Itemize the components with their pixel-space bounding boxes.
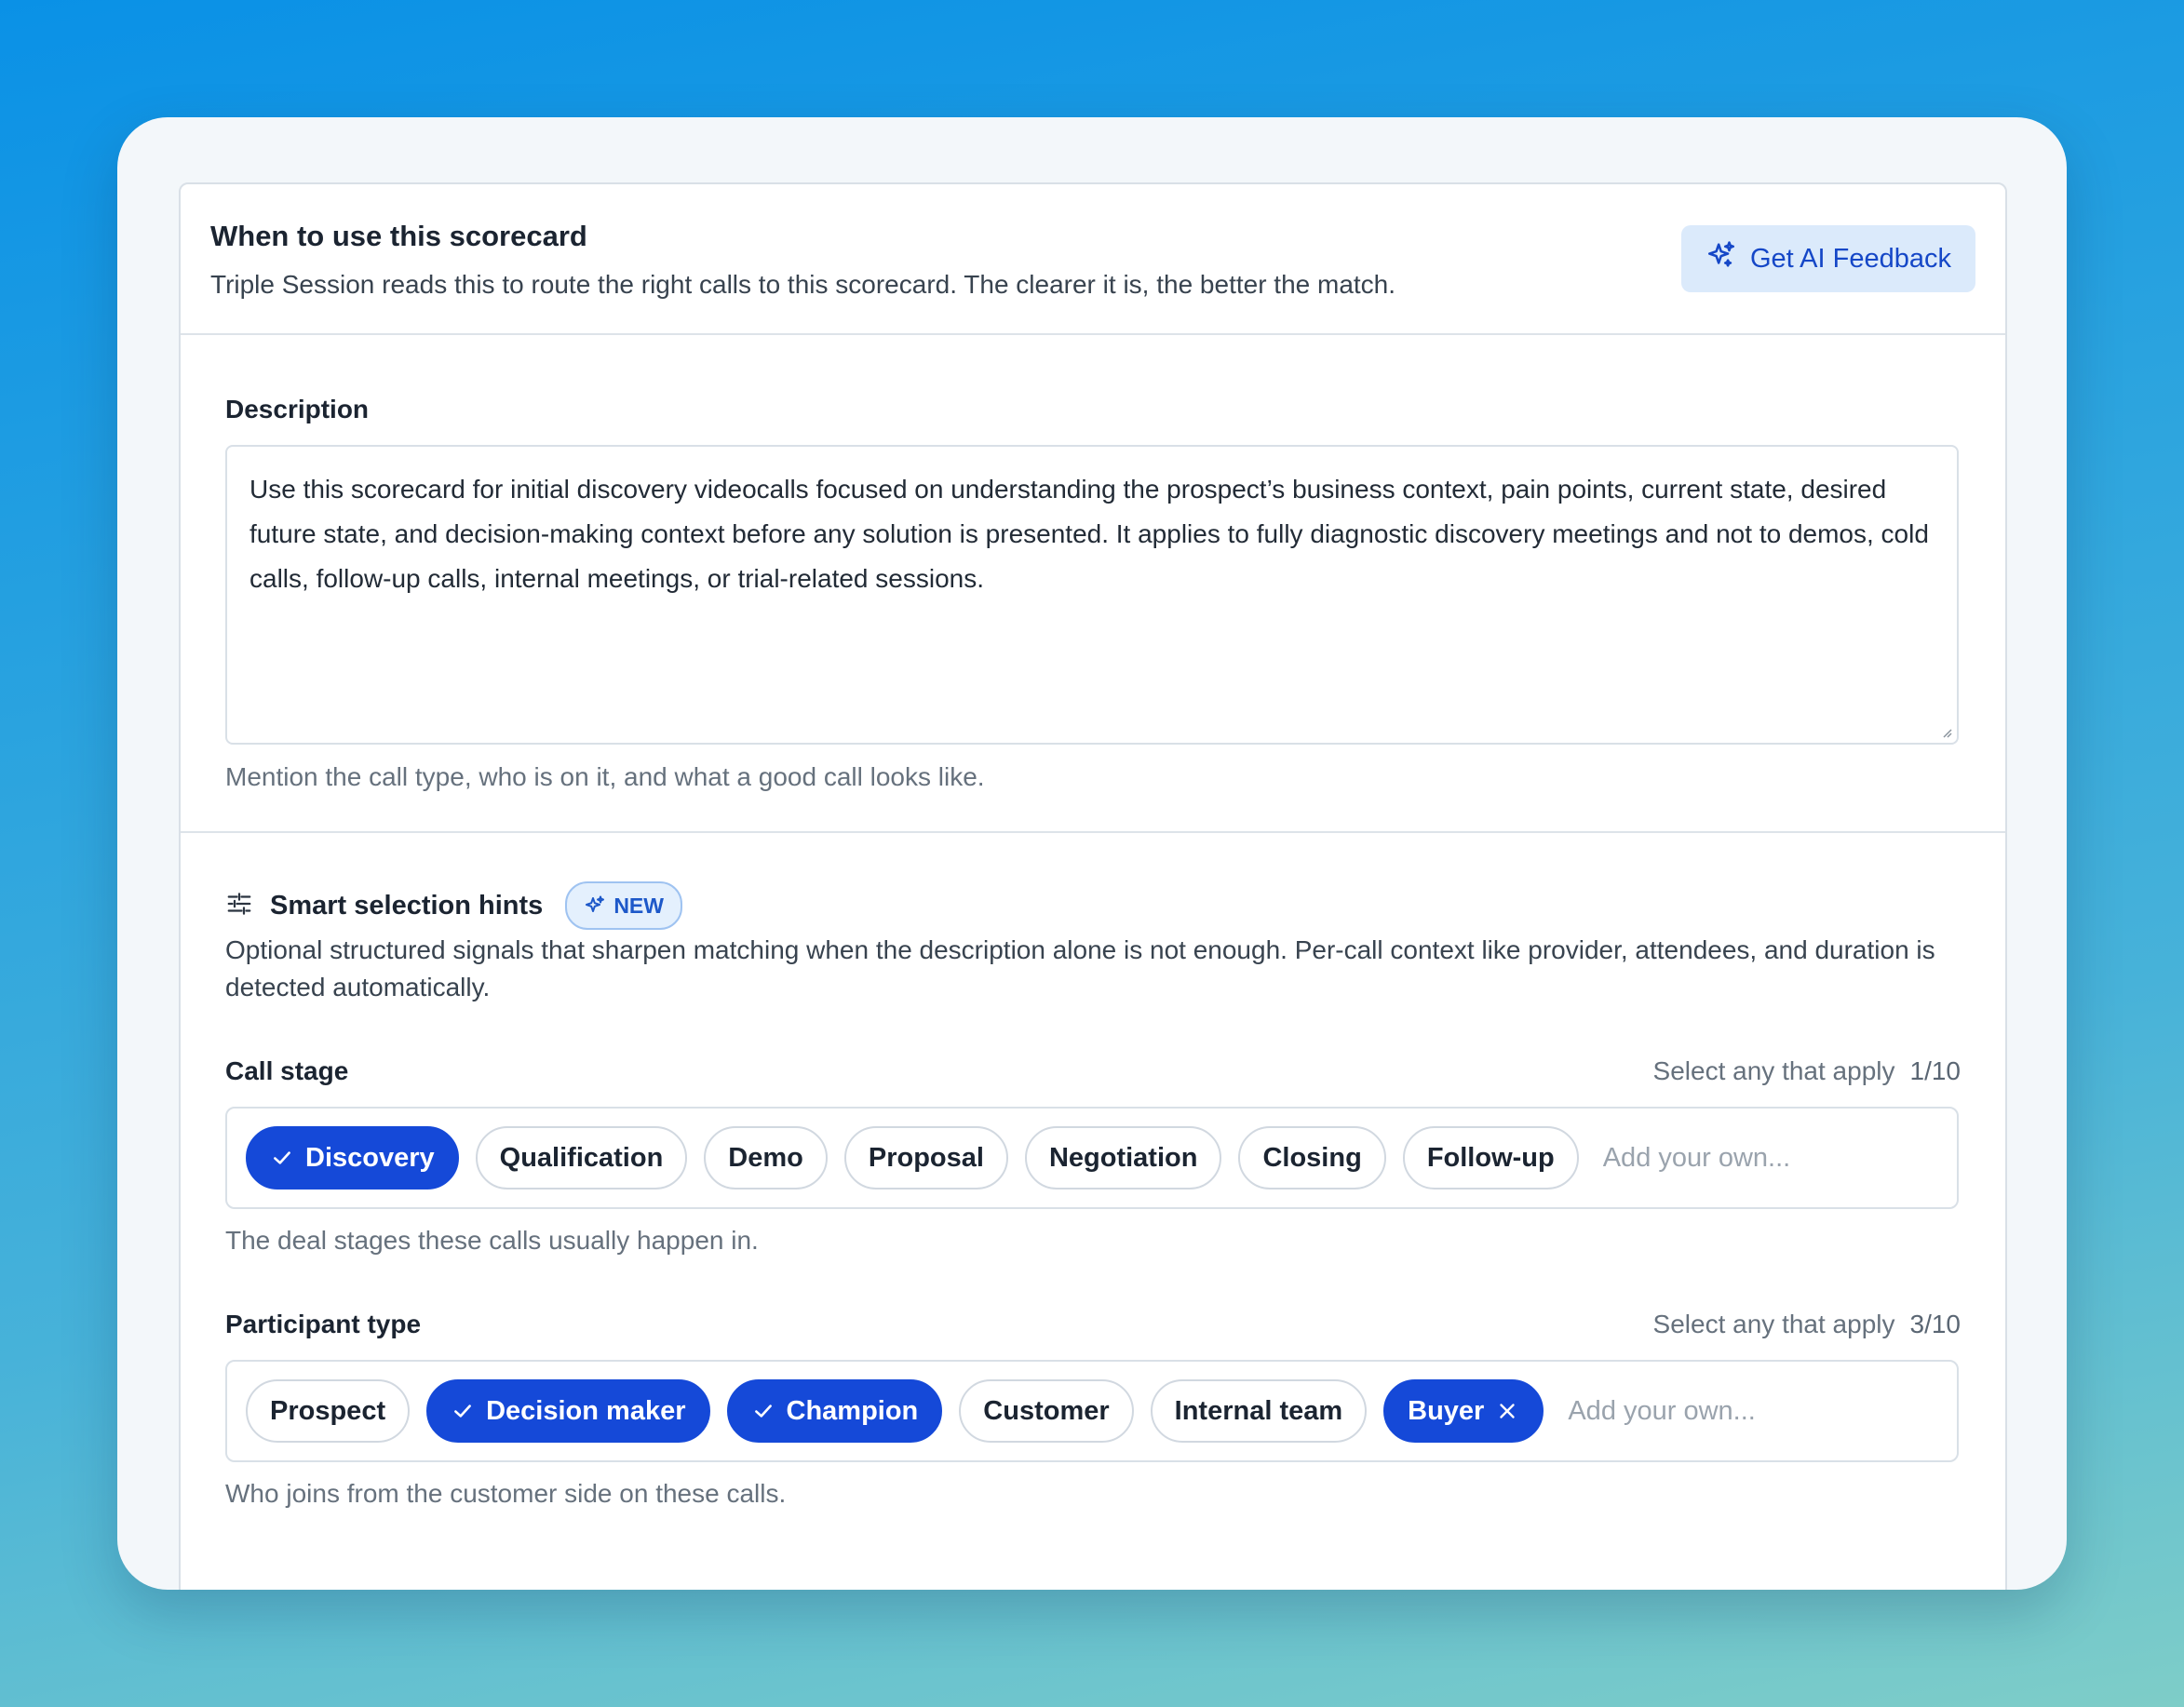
- call-stage-add-input[interactable]: [1600, 1141, 1847, 1175]
- chip-label: Customer: [983, 1395, 1110, 1426]
- description-helper: Mention the call type, who is on it, and…: [225, 762, 985, 791]
- chip-label: Closing: [1262, 1142, 1362, 1173]
- chip-label: Decision maker: [486, 1395, 686, 1426]
- description-label: Description: [225, 395, 370, 423]
- get-ai-feedback-button[interactable]: Get AI Feedback: [1681, 225, 1975, 292]
- sparkles-icon: [1705, 239, 1737, 278]
- chip-discovery[interactable]: Discovery: [246, 1126, 459, 1190]
- chip-qualification[interactable]: Qualification: [475, 1126, 688, 1190]
- chip-buyer[interactable]: Buyer: [1383, 1379, 1544, 1443]
- resize-handle-icon[interactable]: [1938, 724, 1953, 739]
- chip-label: Follow-up: [1426, 1142, 1555, 1173]
- close-icon[interactable]: [1495, 1399, 1519, 1423]
- card-title: When to use this scorecard: [210, 220, 587, 252]
- call-stage-meta: Select any that apply 1/10: [1653, 1056, 1961, 1086]
- hints-description: Optional structured signals that sharpen…: [225, 935, 1935, 1001]
- ai-button-label: Get AI Feedback: [1749, 243, 1951, 274]
- description-text: Use this scorecard for initial discovery…: [249, 475, 1929, 593]
- participant-type-select-text: Select any that apply: [1652, 1310, 1895, 1338]
- chip-internal-team[interactable]: Internal team: [1150, 1379, 1368, 1443]
- chip-label: Proposal: [868, 1142, 984, 1173]
- chip-decision-maker[interactable]: Decision maker: [426, 1379, 710, 1443]
- chip-closing[interactable]: Closing: [1238, 1126, 1386, 1190]
- participant-type-count: 3/10: [1909, 1310, 1962, 1338]
- hints-header: Smart selection hints NEW: [225, 881, 682, 930]
- new-badge: NEW: [565, 881, 682, 930]
- check-icon: [754, 1405, 772, 1418]
- chip-champion[interactable]: Champion: [726, 1379, 943, 1443]
- chip-label: Negotiation: [1048, 1142, 1198, 1173]
- sliders-icon: [225, 890, 253, 922]
- chip-label: Internal team: [1174, 1395, 1343, 1426]
- participant-type-meta: Select any that apply 3/10: [1653, 1310, 1961, 1339]
- badge-sparkles-icon: [586, 895, 605, 912]
- chip-label: Buyer: [1408, 1395, 1485, 1426]
- call-stage-count: 1/10: [1909, 1056, 1962, 1085]
- chip-proposal[interactable]: Proposal: [843, 1126, 1008, 1190]
- call-stage-helper: The deal stages these calls usually happ…: [225, 1226, 759, 1255]
- chip-negotiation[interactable]: Negotiation: [1024, 1126, 1222, 1190]
- hints-title: Smart selection hints: [270, 890, 544, 921]
- chip-follow-up[interactable]: Follow-up: [1402, 1126, 1579, 1190]
- call-stage-label: Call stage: [225, 1056, 349, 1085]
- card-subtitle: Triple Session reads this to route the r…: [210, 270, 1396, 299]
- chip-label: Demo: [728, 1142, 803, 1173]
- check-icon: [454, 1405, 471, 1418]
- chip-label: Discovery: [305, 1142, 435, 1173]
- description-textarea[interactable]: Use this scorecard for initial discovery…: [225, 445, 1959, 745]
- chip-prospect[interactable]: Prospect: [246, 1379, 411, 1443]
- participant-type-chip-box: Prospect Decision maker Champion Custome…: [225, 1360, 1959, 1462]
- description-section: Description Use this scorecard for initi…: [181, 335, 2005, 833]
- participant-type-add-input[interactable]: [1566, 1394, 1813, 1428]
- scorecard-settings-card: When to use this scorecard Triple Sessio…: [179, 182, 2007, 1590]
- chip-label: Prospect: [270, 1395, 386, 1426]
- participant-type-helper: Who joins from the customer side on thes…: [225, 1479, 787, 1508]
- new-badge-label: NEW: [613, 893, 664, 918]
- check-icon: [274, 1151, 290, 1164]
- call-stage-chip-box: Discovery Qualification Demo Proposal Ne…: [225, 1107, 1959, 1209]
- card-header: When to use this scorecard Triple Sessio…: [181, 184, 2005, 335]
- chip-label: Champion: [786, 1395, 919, 1426]
- call-stage-select-text: Select any that apply: [1652, 1056, 1895, 1085]
- chip-label: Qualification: [499, 1142, 664, 1173]
- app-frame: When to use this scorecard Triple Sessio…: [117, 117, 2067, 1590]
- participant-type-label: Participant type: [225, 1310, 422, 1338]
- chip-demo[interactable]: Demo: [704, 1126, 828, 1190]
- chip-customer[interactable]: Customer: [959, 1379, 1134, 1443]
